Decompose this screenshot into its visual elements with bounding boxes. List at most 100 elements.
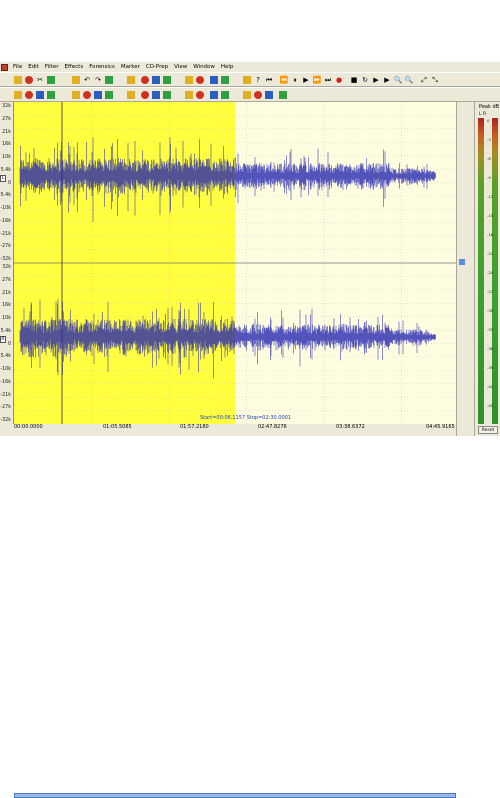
channel-1-icon[interactable] [265,90,273,99]
vertical-zoom-thumb[interactable] [459,259,465,265]
paste-icon[interactable] [57,75,67,85]
go-start-icon[interactable]: ⏮ [264,75,274,85]
tempo-icon[interactable] [231,90,241,100]
envelope-icon[interactable] [14,90,22,99]
filter-b-icon[interactable] [185,75,193,84]
amplitude-tick-label: -10k [0,367,11,372]
play-icon[interactable]: ▶ [301,75,311,85]
cd-icon[interactable] [243,75,251,84]
horizontal-scrollbar[interactable] [14,793,456,798]
go-end-icon[interactable]: ⏭ [323,75,333,85]
silence-icon[interactable] [72,90,80,99]
rewind-icon[interactable]: ⏪ [279,75,289,85]
vertical-zoom-bar[interactable] [456,102,474,436]
copy-icon[interactable] [47,75,55,84]
meter-title: Peak dB [479,104,500,110]
filter-c-icon[interactable] [196,75,204,84]
effect-a-icon[interactable] [210,75,218,84]
meter-tick-label: -18 [487,232,494,237]
stereo-icon[interactable] [173,90,183,100]
play-to-end-icon[interactable]: ▶ [382,75,392,85]
dc-offset-icon[interactable] [254,90,262,99]
meter-tick-label: -12 [487,194,494,199]
normalize-icon[interactable] [25,90,33,99]
amplitude-tick-label: -5.4k [0,193,11,199]
redo-icon[interactable]: ↷ [93,75,103,85]
open-file-icon[interactable] [14,75,22,84]
trim-icon[interactable] [127,75,135,84]
amplitude-tick-label: -10k [0,206,11,211]
fade-out-icon[interactable] [47,90,55,99]
delete-icon[interactable] [72,75,80,84]
menu-forensics[interactable]: Forensics [86,62,118,72]
menu-cd-prep[interactable]: CD-Prep [143,62,171,72]
marker-icon[interactable] [231,75,241,85]
print-icon[interactable] [105,75,113,84]
stop-record-icon[interactable]: ■ [349,75,359,85]
invert-icon[interactable] [196,90,204,99]
channel-3-icon[interactable] [289,90,299,100]
fade-in-icon[interactable] [36,90,44,99]
time-tick-label: 01:05.5085 [103,424,132,430]
menu-filter[interactable]: Filter [42,62,62,72]
amplitude-tick-label: 0 [7,180,11,186]
zoom-all-icon[interactable]: ⤡ [430,75,440,85]
selection-readout: Start=00:06.1157 Stop=02:30.0001 [200,415,291,421]
menu-window[interactable]: Window [190,62,218,72]
amplify-icon[interactable] [57,90,67,100]
record-icon[interactable]: ● [334,75,344,85]
fast-forward-icon[interactable]: ⏩ [312,75,322,85]
meter-reset-button[interactable]: Reset [478,426,498,434]
menu-help[interactable]: Help [218,62,237,72]
resample-icon[interactable] [243,90,251,99]
save-file-icon[interactable] [25,75,33,84]
cut-icon[interactable]: ✂ [35,75,45,85]
declick-icon[interactable] [152,90,160,99]
effect-b-icon[interactable] [221,75,229,84]
eq-2-icon[interactable] [105,90,113,99]
mark-in-icon[interactable] [152,75,160,84]
time-tick-label: 03:38.6372 [336,424,365,430]
eq-3-icon[interactable] [115,90,125,100]
undo-icon[interactable]: ↶ [82,75,92,85]
menu-view[interactable]: View [171,62,190,72]
insert-icon[interactable] [83,90,91,99]
select-tool-icon[interactable] [2,90,12,100]
zoom-fit-icon[interactable]: ⤢ [419,75,429,85]
amplitude-tick-label: 27k [2,277,11,283]
eq-4-icon[interactable] [127,90,135,99]
mono-icon[interactable] [185,90,193,99]
mark-out-icon[interactable] [163,75,171,84]
properties-icon[interactable] [115,75,125,85]
help-icon[interactable]: ? [253,75,263,85]
amplitude-tick-label: 0 [7,341,11,347]
new-file-icon[interactable] [2,75,12,85]
menu-file[interactable]: File [10,62,25,72]
menu-edit[interactable]: Edit [25,62,42,72]
time-tick-label: 00:00.0000 [14,424,43,430]
spectrum-icon[interactable] [163,90,171,99]
peak-meter-panel: Peak dB L R Reset 0 -3 -6 -9 -12 -15 -18 -21 -24… [474,102,500,436]
menu-effects[interactable]: Effects [62,62,87,72]
menu-marker[interactable]: Marker [118,62,143,72]
amplitude-tick-label: -5.4k [0,354,11,360]
time-ruler[interactable]: 00:00.0000 01:05.5085 01:57.2180 02:47.8276… [0,424,456,798]
amplitude-tick-label: -32k [0,257,11,262]
channel-marker-r[interactable]: R [0,336,6,343]
amplitude-tick-label: 32k [2,104,11,109]
reverse-icon[interactable] [210,90,218,99]
zoom-select-icon[interactable] [141,75,149,84]
play-selection-icon[interactable]: ▶ [371,75,381,85]
zoom-out-icon[interactable]: 🔍 [404,75,414,85]
pitch-icon[interactable] [221,90,229,99]
eq-1-icon[interactable] [94,90,102,99]
waveform-view[interactable] [14,102,456,424]
noise-reduce-icon[interactable] [141,90,149,99]
filter-a-icon[interactable] [173,75,183,85]
pause-icon[interactable]: ⏸ [290,75,300,85]
channel-2-icon[interactable] [279,90,287,99]
zoom-in-icon[interactable]: 🔍 [393,75,403,85]
loop-icon[interactable]: ↻ [360,75,370,85]
channel-marker-l[interactable]: L [0,175,6,182]
amplitude-tick-label: 16k [2,303,11,309]
